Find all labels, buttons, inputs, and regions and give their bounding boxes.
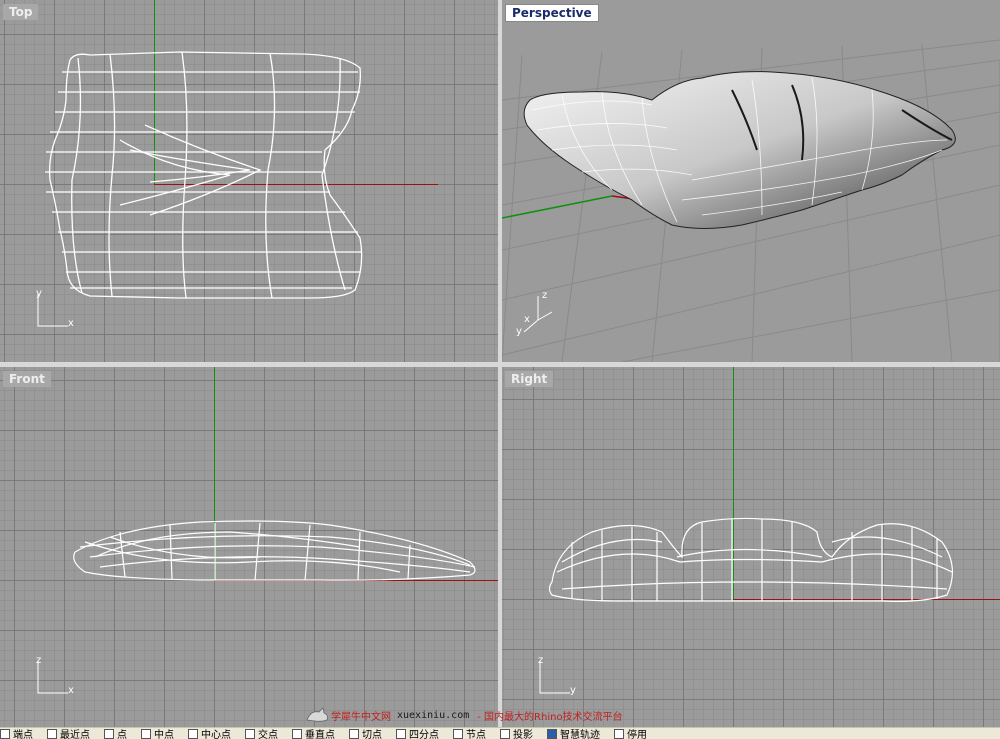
osnap-checkbox[interactable] [500,728,510,739]
axis-label-x: x [68,318,74,329]
osnap-label: 中心点 [201,730,231,739]
perspective-grid [502,39,1000,362]
osnap-label: 切点 [362,730,382,739]
watermark-domain: xuexiniu.com [397,709,470,721]
viewport-label-front[interactable]: Front [3,371,51,387]
osnap-label: 端点 [13,730,33,739]
osnap-item[interactable]: 智慧轨迹 [547,728,600,739]
osnap-label: 中点 [154,730,174,739]
osnap-label: 点 [117,730,127,739]
axis-label-z: z [36,655,42,666]
axis-label-y: y [36,288,42,299]
rhino-logo-icon [306,707,328,722]
axis-label-z: z [542,290,548,301]
osnap-bar: 端点 最近点 点 中点 中心点 交点 垂直点 切点 四分点 节点 投影 智慧轨迹 停用 [0,727,1000,739]
axis-indicator: z x [34,655,84,697]
viewport-label-top[interactable]: Top [3,4,39,20]
osnap-checkbox[interactable] [292,728,302,739]
osnap-checkbox[interactable] [104,728,114,739]
osnap-label: 最近点 [60,730,90,739]
osnap-checkbox[interactable] [453,728,463,739]
osnap-item[interactable]: 投影 [500,728,533,739]
osnap-label: 四分点 [409,730,439,739]
axis-label-y: y [516,326,522,337]
osnap-item[interactable]: 交点 [245,728,278,739]
osnap-checkbox[interactable] [245,728,255,739]
osnap-checkbox[interactable] [396,728,406,739]
osnap-checkbox[interactable] [0,728,10,739]
viewport-label-perspective[interactable]: Perspective [505,4,599,22]
osnap-checkbox[interactable] [188,728,198,739]
viewport-right[interactable]: z y Right [502,367,1000,727]
osnap-item[interactable]: 中点 [141,728,174,739]
osnap-checkbox[interactable] [349,728,359,739]
osnap-item[interactable]: 端点 [0,728,33,739]
axis-label-y: y [570,685,576,696]
osnap-item[interactable]: 点 [104,728,127,739]
osnap-item[interactable]: 中心点 [188,728,231,739]
axis-label-x: x [524,314,530,325]
viewport-front[interactable]: z x Front [0,367,498,727]
axis-label-z: z [538,655,544,666]
osnap-label: 投影 [513,730,533,739]
viewport-top[interactable]: y x Top [0,0,498,362]
osnap-item[interactable]: 最近点 [47,728,90,739]
watermark-slogan: - 国内最大的Rhino技术交流平台 [477,711,623,723]
axis-indicator: z y [536,655,586,697]
viewport-splitter-horizontal[interactable] [0,362,1000,367]
osnap-item[interactable]: 垂直点 [292,728,335,739]
osnap-label: 智慧轨迹 [560,730,600,739]
watermark-site: 学犀牛中文网 [331,711,391,723]
viewport-perspective[interactable]: z y x Perspective [502,0,1000,362]
osnap-item[interactable]: 四分点 [396,728,439,739]
osnap-label: 交点 [258,730,278,739]
osnap-label: 节点 [466,730,486,739]
osnap-item[interactable]: 切点 [349,728,382,739]
watermark: 学犀牛中文网 xuexiniu.com - 国内最大的Rhino技术交流平台 [305,706,623,724]
osnap-checkbox[interactable] [614,728,624,739]
axis-indicator: z y x [516,290,566,340]
axis-label-x: x [68,685,74,696]
osnap-label: 垂直点 [305,730,335,739]
osnap-item[interactable]: 停用 [614,728,647,739]
axis-indicator: y x [34,288,84,330]
viewport-label-right[interactable]: Right [505,371,554,387]
osnap-checkbox[interactable] [141,728,151,739]
osnap-checkbox[interactable] [547,728,557,739]
osnap-checkbox[interactable] [47,728,57,739]
osnap-label: 停用 [627,730,647,739]
osnap-item[interactable]: 节点 [453,728,486,739]
